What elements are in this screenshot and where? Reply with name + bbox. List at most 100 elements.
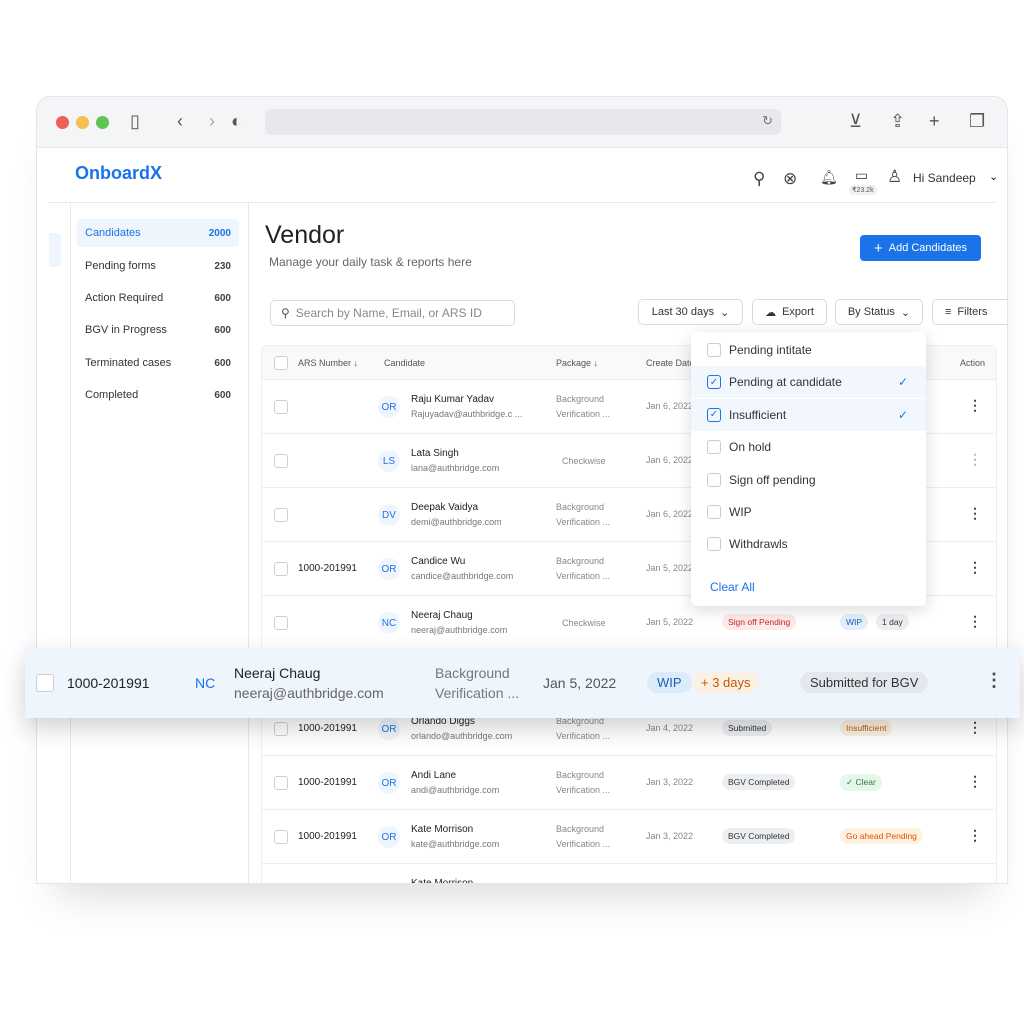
help-icon[interactable]: ⊗ bbox=[783, 169, 797, 189]
checkbox[interactable] bbox=[707, 505, 721, 519]
more-options-icon[interactable]: ⋮ bbox=[968, 827, 982, 844]
add-candidates-button[interactable]: + Add Candidates bbox=[860, 235, 981, 261]
sidebar-item-count: 600 bbox=[214, 389, 231, 401]
icon-rail bbox=[49, 203, 71, 883]
sidebar-item-terminated-cases[interactable]: Terminated cases 600 bbox=[77, 349, 239, 377]
search-icon[interactable]: ⚲ bbox=[753, 169, 765, 189]
more-options-icon[interactable]: ⋮ bbox=[985, 670, 1003, 691]
row-checkbox[interactable] bbox=[274, 454, 288, 468]
maximize-window-button[interactable] bbox=[96, 116, 109, 129]
date-range-dropdown[interactable]: Last 30 days ⌄ bbox=[638, 299, 743, 325]
row-checkbox[interactable] bbox=[274, 776, 288, 790]
download-icon[interactable]: ⊻ bbox=[849, 111, 862, 132]
status-option[interactable]: Pending intitate bbox=[691, 334, 926, 366]
check-icon: ✓ bbox=[897, 407, 908, 422]
status-option[interactable]: On hold bbox=[691, 431, 926, 463]
sidebar-item-label: Action Required bbox=[85, 292, 164, 304]
checked-checkbox[interactable]: ✓ bbox=[707, 375, 721, 390]
header-candidate: Candidate bbox=[384, 358, 426, 368]
select-all-checkbox[interactable] bbox=[274, 356, 288, 370]
sidebar-item-bgv-in-progress[interactable]: BGV in Progress 600 bbox=[77, 316, 239, 344]
more-options-icon[interactable]: ⋮ bbox=[968, 451, 982, 468]
candidate-name[interactable]: Kate Morrison bbox=[411, 878, 473, 883]
cloud-download-icon: ☁ bbox=[765, 306, 777, 319]
status-option[interactable]: ✓ Insufficient ✓ bbox=[691, 398, 926, 431]
ars-number: 1000-201991 bbox=[298, 723, 357, 734]
more-options-icon[interactable]: ⋮ bbox=[968, 773, 982, 790]
candidate-name[interactable]: Lata Singh bbox=[411, 448, 459, 459]
more-options-icon[interactable]: ⋮ bbox=[968, 559, 982, 576]
sidebar-item-completed[interactable]: Completed 600 bbox=[77, 381, 239, 409]
table-row[interactable]: 1000-201991 OR Kate Morrison kate@authbr… bbox=[262, 810, 996, 864]
candidate-name[interactable]: Andi Lane bbox=[411, 770, 456, 781]
candidate-email: neeraj@authbridge.com bbox=[234, 685, 384, 701]
clear-all-button[interactable]: Clear All bbox=[710, 580, 755, 594]
row-checkbox[interactable] bbox=[274, 508, 288, 522]
avatar: OR bbox=[378, 772, 400, 794]
sidebar-item-count: 2000 bbox=[208, 227, 231, 239]
sidebar-icon[interactable]: ▯ bbox=[130, 111, 140, 132]
more-options-icon[interactable]: ⋮ bbox=[968, 613, 982, 630]
wallet-icon[interactable]: ▭ bbox=[855, 167, 868, 184]
row-checkbox[interactable] bbox=[274, 722, 288, 736]
page-subtitle: Manage your daily task & reports here bbox=[269, 255, 472, 269]
status-option[interactable]: Sign off pending bbox=[691, 464, 926, 496]
export-button[interactable]: ☁ Export bbox=[752, 299, 827, 325]
filters-button[interactable]: ≡ Filters bbox=[932, 299, 1007, 325]
search-icon: ⚲ bbox=[281, 306, 290, 320]
user-greeting[interactable]: Hi Sandeep bbox=[913, 171, 976, 185]
header-ars[interactable]: ARS Number ↓ bbox=[298, 358, 358, 368]
highlighted-table-row[interactable]: 1000-201991 NC Neeraj Chaug neeraj@authb… bbox=[25, 648, 1020, 718]
row-checkbox[interactable] bbox=[274, 562, 288, 576]
checkbox[interactable] bbox=[707, 472, 721, 487]
more-options-icon[interactable]: ⋮ bbox=[968, 505, 982, 522]
row-checkbox[interactable] bbox=[274, 616, 288, 630]
candidate-name[interactable]: Deepak Vaidya bbox=[411, 502, 478, 513]
package-line-1: Background bbox=[435, 665, 510, 681]
reload-icon[interactable]: ↻ bbox=[762, 113, 773, 129]
forward-icon[interactable]: › bbox=[209, 111, 215, 132]
table-row[interactable]: Kate Morrison Background bbox=[262, 864, 996, 883]
minimize-window-button[interactable] bbox=[76, 116, 89, 129]
header-package[interactable]: Package ↓ bbox=[556, 358, 598, 368]
chevron-down-icon: ⌄ bbox=[900, 306, 911, 319]
package: Background Verification ... bbox=[556, 824, 611, 849]
bell-icon[interactable]: 🔔︎ bbox=[820, 169, 838, 186]
status-option[interactable]: ✓ Pending at candidate ✓ bbox=[691, 366, 926, 399]
sidebar-item-action-required[interactable]: Action Required 600 bbox=[77, 284, 239, 312]
sidebar-item-candidates[interactable]: Candidates 2000 bbox=[77, 219, 239, 247]
chevron-down-icon[interactable]: ⌄ bbox=[989, 170, 998, 183]
share-icon[interactable]: ⇪ bbox=[890, 111, 905, 132]
address-bar[interactable]: ↻ bbox=[265, 109, 781, 135]
filters-label: Filters bbox=[957, 306, 988, 318]
more-options-icon[interactable]: ⋮ bbox=[968, 719, 982, 736]
status-option[interactable]: Withdrawls bbox=[691, 528, 926, 560]
candidate-name[interactable]: Neeraj Chaug bbox=[411, 610, 473, 621]
checkbox[interactable] bbox=[707, 343, 721, 357]
checked-checkbox[interactable]: ✓ bbox=[707, 407, 721, 422]
close-window-button[interactable] bbox=[56, 116, 69, 129]
row-checkbox[interactable] bbox=[274, 400, 288, 414]
row-checkbox[interactable] bbox=[36, 674, 54, 692]
row-checkbox[interactable] bbox=[274, 830, 288, 844]
shield-icon[interactable]: ◐ bbox=[231, 111, 242, 132]
tabs-icon[interactable]: ❐ bbox=[969, 111, 985, 132]
table-row[interactable]: 1000-201991 OR Andi Lane andi@authbridge… bbox=[262, 756, 996, 810]
sidebar-item-pending-forms[interactable]: Pending forms 230 bbox=[77, 252, 239, 280]
candidate-name[interactable]: Candice Wu bbox=[411, 556, 465, 567]
status-option[interactable]: WIP bbox=[691, 496, 926, 528]
checkbox[interactable] bbox=[707, 537, 721, 552]
checkbox[interactable] bbox=[707, 440, 721, 455]
rail-item-active[interactable] bbox=[49, 233, 61, 267]
more-options-icon[interactable]: ⋮ bbox=[968, 397, 982, 414]
logo[interactable]: OnboardX bbox=[75, 163, 162, 184]
new-tab-icon[interactable]: + bbox=[929, 111, 940, 132]
sidebar-item-count: 230 bbox=[214, 260, 231, 272]
candidate-name[interactable]: Kate Morrison bbox=[411, 824, 473, 835]
back-icon[interactable]: ‹ bbox=[177, 111, 183, 132]
search-input[interactable]: ⚲ Search by Name, Email, or ARS ID bbox=[270, 300, 515, 326]
status-dropdown[interactable]: By Status ⌄ bbox=[835, 299, 923, 325]
user-icon[interactable]: ♙ bbox=[887, 167, 902, 187]
candidate-name[interactable]: Neeraj Chaug bbox=[234, 665, 320, 681]
candidate-name[interactable]: Raju Kumar Yadav bbox=[411, 394, 494, 405]
